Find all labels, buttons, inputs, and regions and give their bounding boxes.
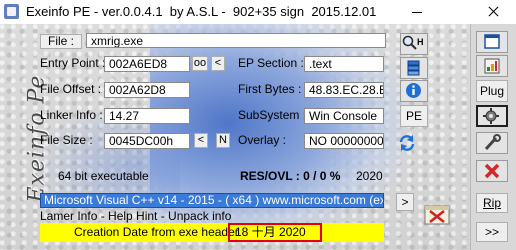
options-button[interactable] (476, 55, 508, 77)
file-name-field[interactable]: xmrig.exe (86, 33, 386, 48)
file-offset-label: File Offset : (40, 82, 102, 96)
lamer-info-text[interactable]: Lamer Info - Help Hint - Unpack info (40, 209, 231, 223)
stack-icon (407, 60, 420, 76)
first-bytes-field[interactable]: 48.83.EC.28.E8 (304, 82, 384, 98)
ep-section-field[interactable]: .text (304, 56, 384, 72)
subsystem-label: SubSystem : (238, 108, 307, 122)
overlay-field[interactable]: NO 00000000 (304, 133, 384, 149)
ep-section-label: EP Section : (238, 56, 304, 70)
title-bar[interactable]: Exeinfo PE - ver.0.0.4.1 by A.S.L - 902+… (0, 0, 516, 24)
entry-point-label: Entry Point : (40, 56, 106, 70)
gear-icon (483, 108, 499, 124)
prev-button[interactable]: < (211, 56, 225, 71)
file-button[interactable]: File : (40, 34, 82, 49)
close-x-icon (484, 163, 500, 179)
window-title: Exeinfo PE - ver.0.0.4.1 by A.S.L - 902+… (26, 4, 377, 19)
linker-info-field[interactable]: 14.27 (104, 108, 190, 124)
c-button[interactable]: < (194, 133, 208, 148)
rip-button[interactable]: Rip (476, 193, 508, 213)
scan-button[interactable] (422, 200, 458, 228)
first-bytes-label: First Bytes : (238, 82, 302, 96)
more-button[interactable]: >> (476, 222, 508, 242)
linker-info-label: Linker Info : (40, 108, 103, 122)
close-button[interactable] (470, 0, 516, 24)
plug-button[interactable]: Plug (476, 80, 508, 102)
scan-cancel-icon (424, 205, 450, 225)
res-ovl-text: RES/OVL : 0 / 0 % (240, 169, 341, 183)
detection-result-bar[interactable]: Microsoft Visual C++ v14 - 2015 - ( x64 … (40, 193, 384, 208)
overlay-label: Overlay : (238, 133, 287, 147)
file-size-field[interactable]: 0045DC00h (104, 133, 190, 149)
gauge-icon (484, 58, 500, 74)
entry-point-field[interactable]: 002A6ED8 (104, 56, 190, 72)
year-text: 2020 (356, 169, 383, 183)
refresh-icon[interactable] (397, 133, 417, 153)
layers-button[interactable] (400, 57, 428, 79)
file-size-label: File Size : (40, 133, 93, 147)
settings-button[interactable] (476, 105, 508, 127)
app-window: Exeinfo PE - ver.0.0.4.1 by A.S.L - 902+… (0, 0, 516, 250)
exit-button[interactable] (476, 160, 508, 182)
tools-button[interactable] (476, 132, 508, 154)
oo-button[interactable]: oo (192, 56, 208, 71)
window-icon (484, 34, 500, 49)
info-icon (406, 83, 421, 98)
search-h-button[interactable]: H (400, 33, 428, 55)
h-label: H (417, 37, 424, 47)
creation-date-label: Creation Date from exe header (74, 225, 239, 239)
creation-date-value: 18 十月 2020 (228, 223, 322, 242)
file-offset-field[interactable]: 002A62D8 (104, 82, 190, 98)
wrench-icon (484, 134, 501, 151)
pe-button[interactable]: PE (400, 105, 428, 127)
subsystem-field[interactable]: Win Console (304, 108, 384, 124)
bitness-text: 64 bit executable (58, 169, 149, 183)
creation-date-bar: Creation Date from exe header 18 十月 2020 (40, 223, 384, 242)
app-icon (4, 4, 19, 19)
n-button[interactable]: N (216, 133, 230, 148)
window-button[interactable] (476, 31, 508, 53)
info-button[interactable] (400, 80, 428, 102)
next-button[interactable]: > (396, 193, 414, 211)
minimize-button[interactable] (398, 0, 437, 24)
